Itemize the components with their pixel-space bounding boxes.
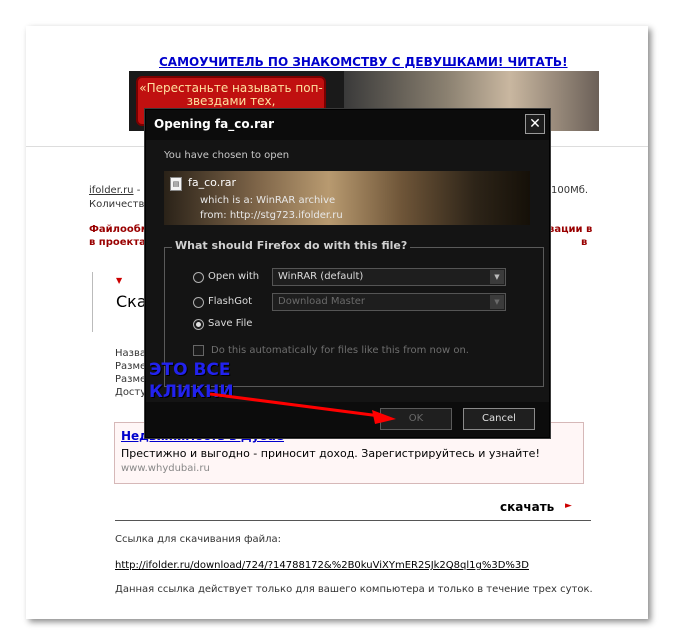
site-link-line: ifolder.ru - [89, 185, 140, 196]
file-source: from: http://stg723.ifolder.ru [200, 210, 343, 221]
flashgot-value: Download Master [278, 296, 366, 307]
annotation-line-2: КЛИКНИ [149, 382, 234, 402]
dialog-titlebar[interactable]: Opening fa_co.rar ✕ [146, 110, 549, 140]
download-url-link[interactable]: http://ifolder.ru/download/724/?14788172… [115, 560, 529, 571]
info-label-size-2: Разме [115, 374, 147, 385]
section-arrow-icon: ▼ [116, 276, 123, 285]
open-with-value: WinRAR (default) [278, 271, 364, 282]
red-notice-2: в проектах [89, 237, 153, 248]
annotation-text: ЭТО ВСЕ КЛИКНИ [149, 359, 234, 403]
dialog-title: Opening fa_co.rar [154, 117, 275, 131]
chevron-down-icon[interactable]: ▼ [490, 295, 504, 309]
chevron-down-icon[interactable]: ▼ [490, 270, 504, 284]
download-divider [115, 520, 591, 521]
site-link[interactable]: ifolder.ru [89, 185, 134, 196]
banner-quote-text: «Перестаньте называть поп-звездами тех, [139, 81, 323, 108]
flashgot-label[interactable]: FlashGot [208, 296, 252, 307]
quantity-text: Количеств [89, 199, 145, 210]
file-info-panel: ▤ fa_co.rar which is a: WinRAR archive f… [164, 171, 530, 225]
save-file-label[interactable]: Save File [208, 318, 252, 329]
save-file-radio[interactable] [193, 319, 204, 330]
chosen-to-open-text: You have chosen to open [164, 150, 290, 161]
flashgot-select[interactable]: Download Master ▼ [272, 293, 506, 311]
action-group-legend: What should Firefox do with this file? [172, 239, 411, 252]
ok-button[interactable]: OK [380, 408, 452, 430]
download-arrow-icon: ► [565, 501, 572, 511]
download-button[interactable]: скачать [500, 500, 554, 514]
section-divider [92, 272, 93, 332]
archive-file-icon: ▤ [170, 177, 182, 191]
ad-description: Престижно и выгодно - приносит доход. За… [121, 447, 540, 460]
close-icon[interactable]: ✕ [525, 114, 545, 134]
auto-action-label[interactable]: Do this automatically for files like thi… [211, 345, 469, 356]
open-with-label[interactable]: Open with [208, 271, 259, 282]
info-label-access: Досту [115, 387, 147, 398]
ad-url[interactable]: www.whydubai.ru [121, 463, 210, 474]
info-label-size: Разме [115, 361, 147, 372]
cancel-button[interactable]: Cancel [463, 408, 535, 430]
annotation-line-1: ЭТО ВСЕ [149, 360, 231, 380]
info-label-name: Назва [115, 348, 146, 359]
file-name: fa_co.rar [188, 176, 236, 189]
open-with-select[interactable]: WinRAR (default) ▼ [272, 268, 506, 286]
download-heading: Ска [116, 292, 147, 311]
file-type: which is a: WinRAR archive [200, 195, 336, 206]
size-limit-text: 100Мб. [551, 185, 589, 196]
open-with-radio[interactable] [193, 272, 204, 283]
red-notice-right-2: в [581, 237, 588, 248]
validity-note: Данная ссылка действует только для вашег… [115, 584, 593, 595]
site-link-suffix: - [133, 185, 141, 196]
red-notice-1: Файлообм [89, 224, 149, 235]
red-notice-right: вации в [548, 224, 593, 235]
promo-link[interactable]: САМОУЧИТЕЛЬ ПО ЗНАКОМСТВУ С ДЕВУШКАМИ! Ч… [159, 55, 568, 69]
auto-action-checkbox[interactable] [193, 345, 204, 356]
flashgot-radio[interactable] [193, 297, 204, 308]
download-link-note: Ссылка для скачивания файла: [115, 534, 282, 545]
